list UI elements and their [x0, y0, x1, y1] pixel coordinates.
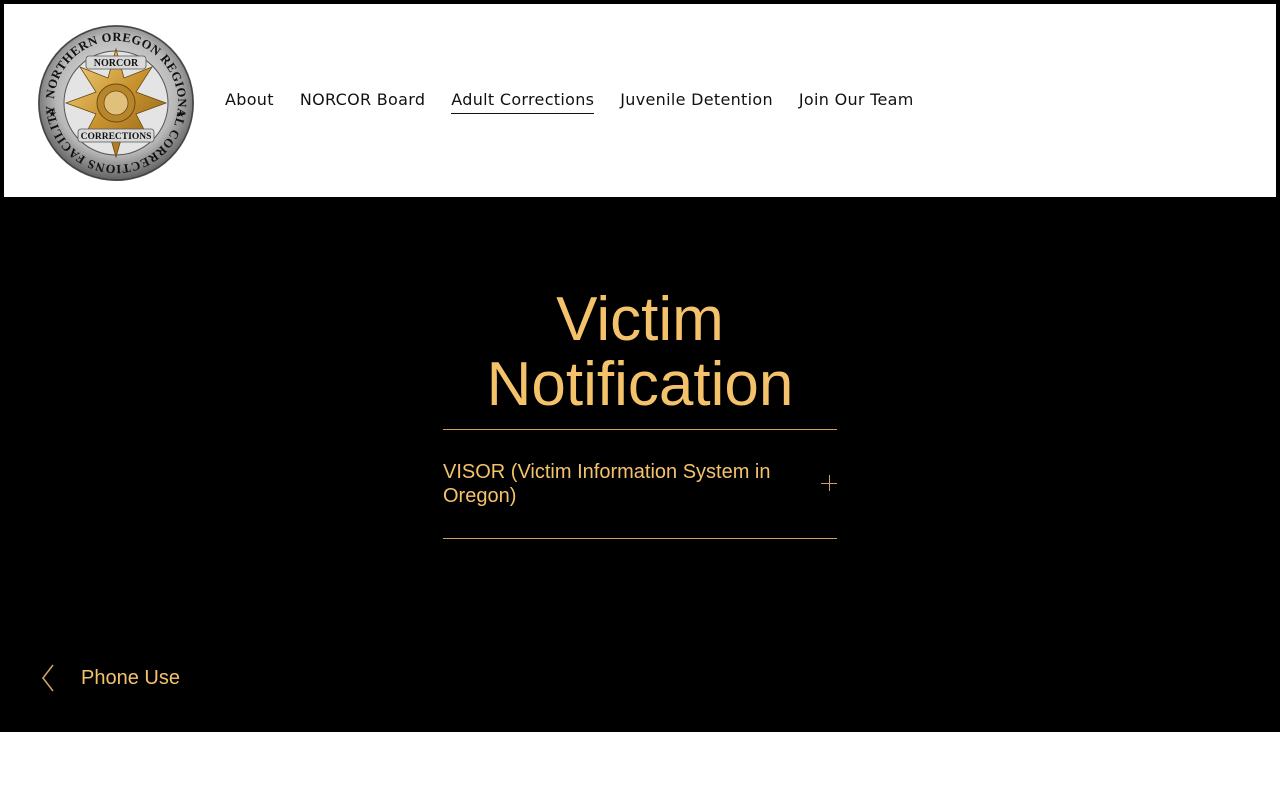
norcor-badge-icon: NORTHERN OREGON REGIONAL CORRECTIONS FAC…: [38, 25, 194, 181]
hero-section: Victim Notification VISOR (Victim Inform…: [0, 197, 1280, 732]
nav-item-join-our-team[interactable]: Join Our Team: [799, 88, 914, 114]
nav-item-adult-corrections[interactable]: Adult Corrections: [451, 88, 595, 114]
nav-item-about[interactable]: About: [225, 88, 274, 114]
plus-icon[interactable]: [821, 475, 837, 491]
svg-text:NORCOR: NORCOR: [94, 58, 139, 69]
visor-accordion[interactable]: VISOR (Victim Information System in Oreg…: [443, 429, 837, 539]
prev-page-label: Phone Use: [81, 666, 180, 689]
nav-item-norcor-board[interactable]: NORCOR Board: [300, 88, 425, 114]
norcor-logo[interactable]: NORTHERN OREGON REGIONAL CORRECTIONS FAC…: [38, 23, 194, 183]
main-nav: About NORCOR Board Adult Corrections Juv…: [225, 88, 914, 114]
page-title: Victim Notification: [486, 285, 794, 419]
svg-text:CORRECTIONS: CORRECTIONS: [81, 132, 152, 142]
chevron-left-icon: [41, 664, 54, 692]
site-header: NORTHERN OREGON REGIONAL CORRECTIONS FAC…: [0, 0, 1280, 198]
svg-text:★: ★: [48, 109, 57, 120]
prev-page-link[interactable]: Phone Use: [40, 663, 180, 693]
nav-item-juvenile-detention[interactable]: Juvenile Detention: [620, 88, 773, 114]
svg-text:★: ★: [176, 109, 185, 120]
accordion-label: VISOR (Victim Information System in Oreg…: [443, 461, 771, 507]
